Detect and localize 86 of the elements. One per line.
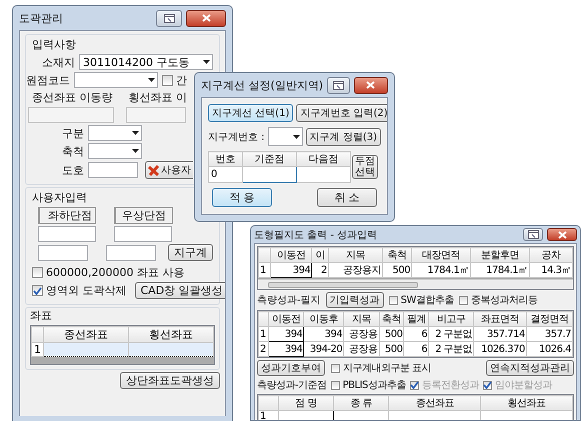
tab[interactable]: 지구계번호 입력(2) — [296, 104, 387, 122]
table-cell: 394 — [270, 262, 312, 278]
section-label: 측량성과-필지 — [257, 294, 321, 307]
column-header: 이동전 — [268, 312, 304, 326]
column-header: 좌표면적 — [474, 312, 526, 326]
sort-button[interactable]: 지구계 정렬(3) — [306, 128, 381, 146]
checkbox[interactable]: SW결합추출 — [388, 293, 454, 307]
column-header: 축척 — [379, 312, 404, 326]
column-header: 공차 — [529, 248, 572, 262]
table-cell: 공장용 — [344, 342, 380, 356]
table-cell: 394 — [304, 326, 344, 342]
column-header: 종선좌표 — [388, 396, 481, 410]
table-cell: 0 — [208, 166, 242, 182]
row-header: 2 — [258, 342, 268, 356]
window-title: 지구계선 설정(일반지역) — [201, 78, 324, 92]
continuous-button[interactable]: 연속지적성과관리 — [486, 360, 574, 376]
window-title: 도형필지도 출력 - 성과입력 — [254, 228, 378, 242]
checkbox[interactable]: 영역외 도곽삭제 — [32, 283, 126, 298]
table-cell: 394 — [268, 326, 304, 342]
table-cell: 357.7 — [526, 326, 572, 342]
field-label: 횡선좌표 이 — [128, 90, 187, 105]
group-title: 입력사항 — [32, 37, 77, 52]
column-header: 비고구 — [428, 312, 474, 326]
boundary-button[interactable]: 지구계 — [168, 244, 213, 261]
table-cell: 2 구분없 — [428, 326, 474, 342]
group-title: 좌표 — [30, 308, 53, 323]
user-sheet-button[interactable]: 사용자 — [145, 161, 193, 179]
checkbox[interactable]: 600000,200000 좌표 사용 — [32, 265, 184, 280]
column-header: 지목 — [328, 248, 383, 262]
field-label: 원점코드 — [26, 72, 70, 88]
field-label: 축척 — [62, 144, 84, 158]
table-cell: 1784.1㎡ — [470, 262, 530, 278]
column-header: 축척 — [382, 248, 412, 262]
group-title: 사용자입력 — [32, 190, 88, 205]
checkbox[interactable]: PBLIS성과추출 — [330, 378, 406, 392]
table-cell: 2 구분없 — [428, 342, 474, 356]
column-header: 종선좌표 — [44, 326, 128, 342]
field-label: 종선좌표 이동량 — [32, 90, 112, 105]
column-header: 대장면적 — [412, 248, 470, 262]
row-header: 1 — [258, 262, 270, 278]
column-header: 좌하단점 — [38, 207, 96, 224]
checkbox[interactable]: 간 — [162, 72, 187, 88]
field-label: 지구계번호 : — [208, 130, 265, 144]
column-header: 점 명 — [278, 396, 334, 410]
prior-results-button[interactable]: 기입력성과 — [326, 292, 384, 308]
table-cell: 357.714 — [474, 326, 526, 342]
table-cell: 14.3㎡ — [529, 262, 572, 278]
section-label: 측량성과-기준점 — [257, 379, 327, 392]
column-header: 기준점 — [242, 152, 296, 166]
two-point-button[interactable]: 두점 선택 — [352, 155, 378, 179]
cad-button[interactable]: CAD창 일괄생성 — [134, 282, 225, 299]
table-cell: 공장용지 — [328, 262, 383, 278]
table-cell: 1026.4 — [526, 342, 572, 356]
table-cell: 1026.370 — [474, 342, 526, 356]
column-header: 결정면적 — [526, 312, 572, 326]
field-label: 구분 — [62, 126, 84, 140]
column-header: 다음점 — [296, 152, 350, 166]
column-header: 종 류 — [334, 396, 389, 410]
checkbox[interactable]: 중복성과처리등 — [458, 293, 538, 307]
column-header: 이 — [312, 248, 328, 262]
dropdown[interactable]: 3011014200 구도동 — [79, 54, 213, 70]
table-cell: 394-20 — [304, 342, 344, 356]
column-header: 지목 — [344, 312, 380, 326]
generate-button[interactable]: 상단좌표도곽생성 — [120, 372, 220, 389]
table-cell: 394 — [268, 342, 304, 356]
table-cell: 500 — [382, 262, 412, 278]
column-header: 번호 — [208, 152, 242, 166]
ok-button[interactable]: 적 용 — [212, 188, 272, 207]
column-header: 이동전 — [270, 248, 312, 262]
row-header: 1 — [258, 326, 268, 342]
symbol-button[interactable]: 성과기호부여 — [257, 360, 325, 376]
row-header: 1 — [258, 410, 278, 420]
tab[interactable]: 지구계선 선택(1) — [208, 104, 294, 122]
column-header: 횡선좌표 — [480, 396, 572, 410]
checkbox[interactable]: 지구계내외구분 표시 — [331, 361, 432, 375]
column-header: 필계 — [404, 312, 429, 326]
table-cell: 1784.1㎡ — [412, 262, 470, 278]
column-header: 우상단점 — [114, 207, 173, 224]
cancel-button[interactable]: 취 소 — [317, 188, 377, 207]
column-header: 횡선좌표 — [128, 326, 214, 342]
window-title: 도곽관리 — [19, 10, 64, 26]
table-cell: 공장용 — [344, 326, 380, 342]
column-header: 분할후면 — [470, 248, 530, 262]
field-label: 도호 — [62, 162, 84, 178]
field-label: 소재지 — [42, 54, 75, 70]
column-header: 이동후 — [304, 312, 344, 326]
